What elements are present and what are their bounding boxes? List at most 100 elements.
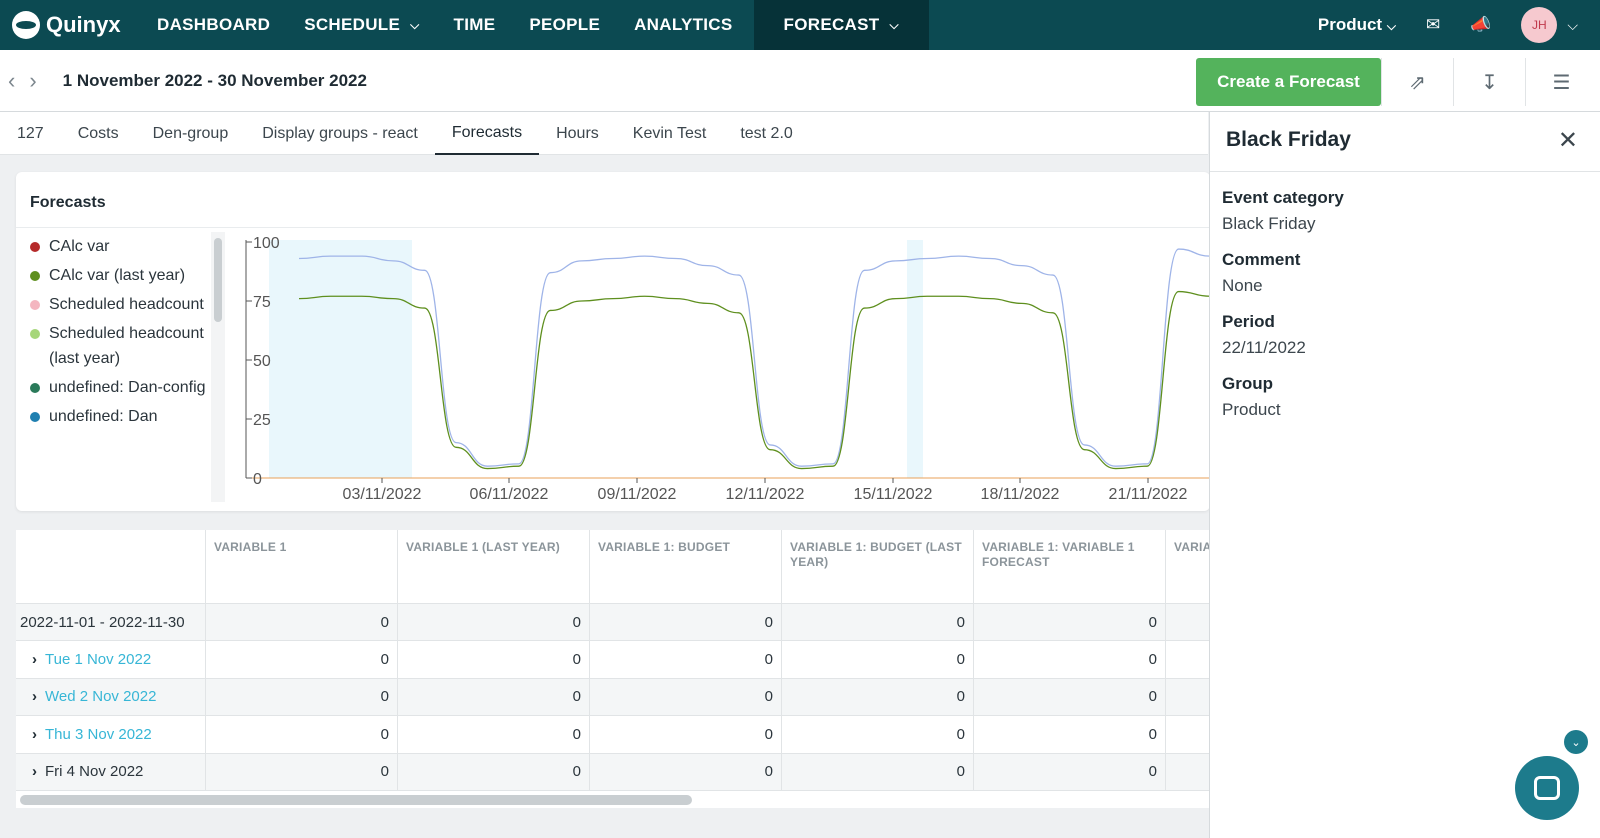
field-label: Event category [1222,188,1344,207]
column-header [16,530,206,603]
product-label: Product [1317,15,1383,34]
card-title: Forecasts [16,172,1210,228]
nav-dashboard[interactable]: DASHBOARD [140,0,287,50]
nav-analytics[interactable]: ANALYTICS [617,0,749,50]
tab-forecasts[interactable]: Forecasts [434,112,540,155]
table-cell: 0 [206,641,398,678]
legend-dot-icon [30,242,40,252]
column-header: VARIABLE 1 [206,530,398,603]
chevron-right-icon[interactable]: › [32,726,37,743]
event-details-panel: Black Friday ✕ Event category Black Friday… [1209,112,1600,838]
table-cell: 0 [590,641,782,678]
panel-title-text: Black Friday [1226,128,1351,151]
legend-label: CAlc var [49,238,110,255]
y-tick-label: 100 [253,235,280,252]
legend-item[interactable]: CAlc var (last year) [22,261,216,290]
quinyx-logo-icon [12,11,40,39]
field-value: Black Friday [1222,214,1316,233]
legend-item[interactable]: undefined: Dan-config [22,373,216,402]
table-cell: 0 [206,678,398,715]
table-cell [1166,641,1210,678]
chevron-down-icon[interactable]: ⌄ [1564,730,1588,754]
nav-forecast[interactable]: FORECAST ⌵ [753,0,929,50]
field-value: None [1222,276,1263,295]
tab-kevin-test[interactable]: Kevin Test [616,112,724,155]
table-cell: 0 [782,678,974,715]
chevron-right-icon[interactable]: › [32,763,37,780]
row-label-cell: › Wed 2 Nov 2022 [16,678,206,715]
legend-item[interactable]: Scheduled headcount (last year) [22,319,216,373]
table-cell: 0 [206,716,398,753]
chevron-down-icon[interactable]: ⌵ [1567,17,1578,34]
date-link[interactable]: Thu 3 Nov 2022 [45,726,152,743]
nav-schedule[interactable]: SCHEDULE ⌵ [287,0,436,50]
legend-dot-icon [30,329,40,339]
date-toolbar: ‹ › 1 November 2022 - 30 November 2022 C… [0,50,1600,112]
tab-test-2-0[interactable]: test 2.0 [723,112,809,155]
table-cell: 0 [974,604,1166,640]
create-forecast-button[interactable]: Create a Forecast [1196,58,1381,106]
row-label-cell: › Thu 3 Nov 2022 [16,716,206,753]
download-icon[interactable]: ↧ [1453,58,1525,106]
tab-hours[interactable]: Hours [539,112,616,155]
chat-icon [1534,776,1560,800]
quinyx-logo[interactable]: Quinyx [12,11,140,39]
column-header: VARIABLE 1: VARIABLE 1 FORECAST [974,530,1166,603]
previous-arrow-icon[interactable]: ‹ [8,68,15,94]
table-cell: 0 [590,678,782,715]
top-navigation: Quinyx DASHBOARD SCHEDULE ⌵ TIME PEOPLE A… [0,0,1600,50]
table-row[interactable]: › Tue 1 Nov 2022 0 0 0 0 0 [16,641,1210,679]
y-tick-label: 75 [253,294,271,311]
product-dropdown[interactable]: Product ⌵ [1318,15,1396,35]
legend-dot-icon [30,412,40,422]
settings-sliders-icon[interactable]: ☰ [1525,58,1597,106]
close-icon[interactable]: ✕ [1558,126,1578,155]
legend-item[interactable]: undefined: Dan [22,402,216,431]
table-row[interactable]: › Thu 3 Nov 2022 0 0 0 0 0 [16,716,1210,754]
table-cell [1166,679,1210,716]
megaphone-icon[interactable]: 📣 [1470,15,1491,35]
tab-127[interactable]: 127 [0,112,61,155]
table-cell: 0 [590,604,782,640]
legend-item[interactable]: Scheduled headcount [22,290,216,319]
nav-people[interactable]: PEOPLE [512,0,617,50]
tab-den-group[interactable]: Den-group [136,112,246,155]
mail-icon[interactable]: ✉ [1426,15,1440,35]
x-tick-label: 21/11/2022 [1109,486,1188,503]
table-cell: 0 [974,678,1166,715]
legend-dot-icon [30,271,40,281]
column-header: VARIABLE 1: BUDGET [590,530,782,603]
chevron-right-icon[interactable]: › [32,688,37,705]
table-row[interactable]: › Wed 2 Nov 2022 0 0 0 0 0 [16,678,1210,716]
x-tick-label: 12/11/2022 [726,486,805,503]
legend-label: CAlc var (last year) [49,267,186,284]
tab-costs[interactable]: Costs [61,112,136,155]
table-row[interactable]: › Fri 4 Nov 2022 0 0 0 0 0 [16,753,1210,791]
series-line [298,248,1210,467]
legend-item[interactable]: CAlc var [22,232,216,261]
next-arrow-icon[interactable]: › [29,68,36,94]
tab-display-groups-react[interactable]: Display groups - react [245,112,435,155]
avatar[interactable]: JH [1521,7,1558,43]
table-cell: 0 [782,716,974,753]
nav-analytics-label: ANALYTICS [634,15,733,34]
date-link[interactable]: Wed 2 Nov 2022 [45,688,156,705]
hide-events-icon[interactable]: ⇗ [1381,58,1453,106]
chart-legend: CAlc var CAlc var (last year) Scheduled he… [22,232,216,502]
row-label-cell: › Fri 4 Nov 2022 [16,753,206,790]
table-cell [1166,716,1210,753]
table-cell: 0 [206,753,398,790]
table-horizontal-scrollbar[interactable] [20,795,692,805]
nav-time[interactable]: TIME [437,0,513,50]
nav-dashboard-label: DASHBOARD [157,15,271,34]
table-cell [1166,754,1210,791]
chevron-right-icon[interactable]: › [32,651,37,668]
table-cell: 0 [398,641,590,678]
date-link[interactable]: Tue 1 Nov 2022 [45,651,151,668]
table-cell: 0 [398,678,590,715]
legend-label: undefined: Dan-config [49,379,206,396]
chat-launcher[interactable] [1515,756,1579,820]
table-header-row: VARIABLE 1 VARIABLE 1 (LAST YEAR) VARIABLE… [16,530,1210,604]
nav-time-label: TIME [453,15,496,34]
series-line [298,290,1210,470]
